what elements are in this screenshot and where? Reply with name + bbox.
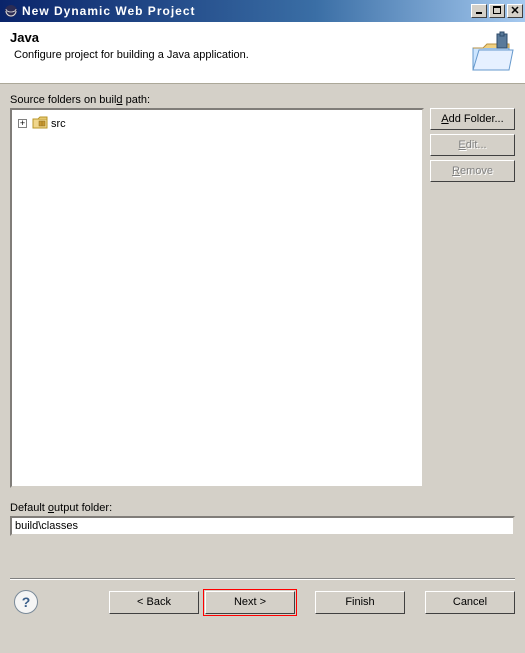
cancel-button[interactable]: Cancel xyxy=(425,591,515,614)
edit-button: Edit... xyxy=(430,134,515,156)
help-button[interactable]: ? xyxy=(14,590,38,614)
page-title: Java xyxy=(10,30,467,45)
add-folder-button[interactable]: Add Folder... xyxy=(430,108,515,130)
remove-button: Remove xyxy=(430,160,515,182)
window-title: New Dynamic Web Project xyxy=(22,4,471,18)
folder-wizard-icon xyxy=(467,30,515,77)
close-button[interactable] xyxy=(507,4,523,18)
package-folder-icon xyxy=(32,115,48,132)
wizard-header: Java Configure project for building a Ja… xyxy=(0,22,525,84)
eclipse-icon xyxy=(4,4,18,18)
next-button[interactable]: Next > xyxy=(205,591,295,614)
source-folders-label: Source folders on build path: xyxy=(10,94,515,106)
wizard-footer: ? < Back Next > Finish Cancel xyxy=(0,580,525,614)
output-folder-label: Default output folder: xyxy=(10,502,515,514)
tree-item-label: src xyxy=(51,118,66,130)
minimize-button[interactable] xyxy=(471,4,487,18)
page-description: Configure project for building a Java ap… xyxy=(10,49,467,61)
back-button[interactable]: < Back xyxy=(109,591,199,614)
tree-item-src[interactable]: + src xyxy=(16,114,418,133)
output-folder-input[interactable] xyxy=(10,516,515,536)
finish-button[interactable]: Finish xyxy=(315,591,405,614)
maximize-button[interactable] xyxy=(489,4,505,18)
window-titlebar[interactable]: New Dynamic Web Project xyxy=(0,0,525,22)
expand-icon[interactable]: + xyxy=(18,119,27,128)
source-folders-tree[interactable]: + src xyxy=(10,108,424,488)
